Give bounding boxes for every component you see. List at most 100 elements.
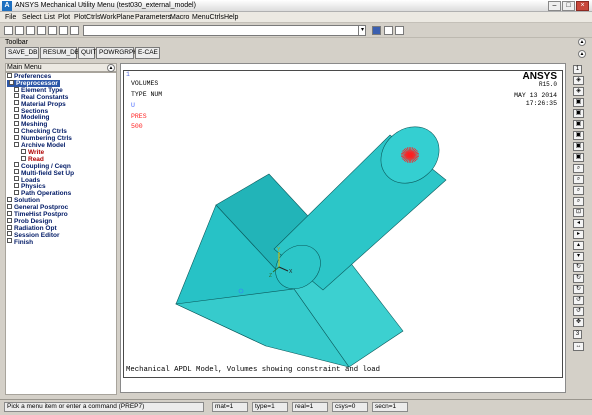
zoom-out-icon[interactable]: ⌕	[573, 197, 584, 206]
pan-zoom-icon[interactable]	[37, 26, 46, 35]
rotate-y-icon[interactable]: ↻	[573, 274, 584, 283]
main-menu-title: Main Menu	[7, 64, 42, 71]
toolbar: SAVE_DB RESUM_DB QUIT POWRGRPH E-CAE	[0, 46, 592, 60]
expand-icon	[14, 169, 19, 175]
load-label: PRES	[131, 113, 147, 120]
numbering-label: TYPE NUM	[131, 91, 163, 98]
expand-icon	[14, 190, 19, 196]
expand-icon	[7, 203, 12, 209]
expand-icon	[14, 183, 19, 189]
maximize-button[interactable]: □	[562, 1, 575, 11]
plot-type-label: VOLUMES	[131, 80, 159, 87]
menu-help[interactable]: Help	[224, 13, 238, 22]
expand-icon	[14, 107, 19, 113]
menu-select[interactable]: Select	[22, 13, 41, 22]
expand-icon	[9, 79, 14, 85]
pan-down-icon[interactable]: ▾	[573, 252, 584, 261]
isometric-view-icon[interactable]: ◈	[573, 76, 584, 85]
expand-icon	[7, 210, 12, 216]
expand-icon	[14, 93, 19, 99]
close-button[interactable]: ×	[576, 1, 589, 11]
command-icon	[21, 148, 26, 154]
dynamic-mode-icon[interactable]: ✥	[573, 318, 584, 327]
time-label: 17:26:35	[525, 100, 557, 107]
bottom-view-icon[interactable]: ▣	[573, 153, 584, 162]
command-history-dropdown[interactable]: ▾	[358, 25, 366, 36]
expand-icon	[7, 217, 12, 223]
status-csys: csys=0	[332, 402, 368, 412]
toolbar-collapse-icon-2[interactable]: ▲	[578, 50, 586, 58]
expand-icon	[14, 100, 19, 106]
fit-view-icon[interactable]: ⊡	[573, 208, 584, 217]
right-view-icon[interactable]: ▣	[573, 109, 584, 118]
rotate-neg-x-icon[interactable]: ↺	[573, 296, 584, 305]
expand-icon	[14, 162, 19, 168]
new-icon[interactable]	[4, 26, 13, 35]
constraint-label: U	[131, 102, 135, 109]
image-capture-icon[interactable]	[48, 26, 57, 35]
graphics-viewport[interactable]: Y X Z	[123, 70, 563, 378]
plot-caption: Mechanical APDL Model, Volumes showing c…	[126, 366, 380, 374]
status-real: real=1	[292, 402, 328, 412]
top-view-icon[interactable]: ▣	[573, 120, 584, 129]
expand-icon	[14, 134, 19, 140]
pan-up-icon[interactable]: ▴	[573, 241, 584, 250]
expand-icon	[14, 114, 19, 120]
expand-icon	[7, 238, 12, 244]
open-icon[interactable]	[15, 26, 24, 35]
save-icon[interactable]	[26, 26, 35, 35]
rotate-neg-y-icon[interactable]: ↺	[573, 307, 584, 316]
box-zoom-icon[interactable]: ⌕	[573, 175, 584, 184]
release-label: R15.0	[538, 81, 557, 88]
model-drawing: Y X Z	[174, 126, 447, 368]
window-select-dropdown[interactable]: 1	[573, 65, 582, 74]
oblique-view-icon[interactable]: ◈	[573, 87, 584, 96]
pan-right-icon[interactable]: ▸	[573, 230, 584, 239]
contact-manager-icon[interactable]	[395, 26, 404, 35]
utility-menu-bar: File Select List Plot PlotCtrls WorkPlan…	[0, 12, 592, 23]
menu-macro[interactable]: Macro	[170, 13, 189, 22]
pan-left-icon[interactable]: ◂	[573, 219, 584, 228]
quit-button[interactable]: QUIT	[78, 47, 97, 59]
triad-z-label: Z	[269, 273, 272, 279]
powrgrph-button[interactable]: POWRGRPH	[96, 47, 138, 59]
rate-slider-icon[interactable]: ↔	[573, 342, 584, 351]
left-view-icon[interactable]: ▣	[573, 142, 584, 151]
main-menu-collapse-icon[interactable]: ▲	[107, 64, 115, 72]
report-generator-icon[interactable]	[59, 26, 68, 35]
menu-plotctrls[interactable]: PlotCtrls	[74, 13, 100, 22]
resume-db-button[interactable]: RESUM_DB	[40, 47, 79, 59]
zoom-in-icon[interactable]: ⌕	[573, 186, 584, 195]
expand-icon	[7, 72, 12, 78]
expand-icon	[14, 86, 19, 92]
rate-dropdown[interactable]: 3	[573, 330, 582, 339]
menu-file[interactable]: File	[5, 13, 16, 22]
toolbar-collapse-icon[interactable]: ▲	[578, 38, 586, 46]
e-cae-button[interactable]: E-CAE	[135, 47, 160, 59]
zoom-icon[interactable]: ⌕	[573, 164, 584, 173]
expand-icon	[14, 141, 19, 147]
load-value: 500	[131, 123, 143, 130]
save-db-button[interactable]: SAVE_DB	[5, 47, 39, 59]
main-menu-item[interactable]: Finish	[7, 238, 33, 246]
help-icon[interactable]	[70, 26, 79, 35]
ansys-command-prompt-icon[interactable]	[372, 26, 381, 35]
status-prompt: Pick a menu item or enter a command (PRE…	[4, 402, 204, 412]
date-label: MAY 13 2014	[514, 92, 557, 99]
menu-parameters[interactable]: Parameters	[135, 13, 171, 22]
rotate-x-icon[interactable]: ↻	[573, 263, 584, 272]
raise-hidden-icon[interactable]	[384, 26, 393, 35]
minimize-button[interactable]: –	[548, 1, 561, 11]
front-view-icon[interactable]: ▣	[573, 98, 584, 107]
back-view-icon[interactable]: ▣	[573, 131, 584, 140]
menu-workplane[interactable]: WorkPlane	[100, 13, 134, 22]
command-input[interactable]	[83, 25, 366, 36]
menu-plot[interactable]: Plot	[58, 13, 70, 22]
status-type: type=1	[252, 402, 288, 412]
expand-icon	[14, 121, 19, 127]
pan-zoom-rotate-toolbar: 1 ◈ ◈ ▣ ▣ ▣ ▣ ▣ ▣ ⌕ ⌕ ⌕ ⌕ ⊡ ◂ ▸ ▴ ▾ ↻ ↻ …	[570, 63, 588, 393]
expand-icon	[7, 224, 12, 230]
menu-menuctrls[interactable]: MenuCtrls	[192, 13, 224, 22]
menu-list[interactable]: List	[44, 13, 55, 22]
rotate-z-icon[interactable]: ↻	[573, 285, 584, 294]
